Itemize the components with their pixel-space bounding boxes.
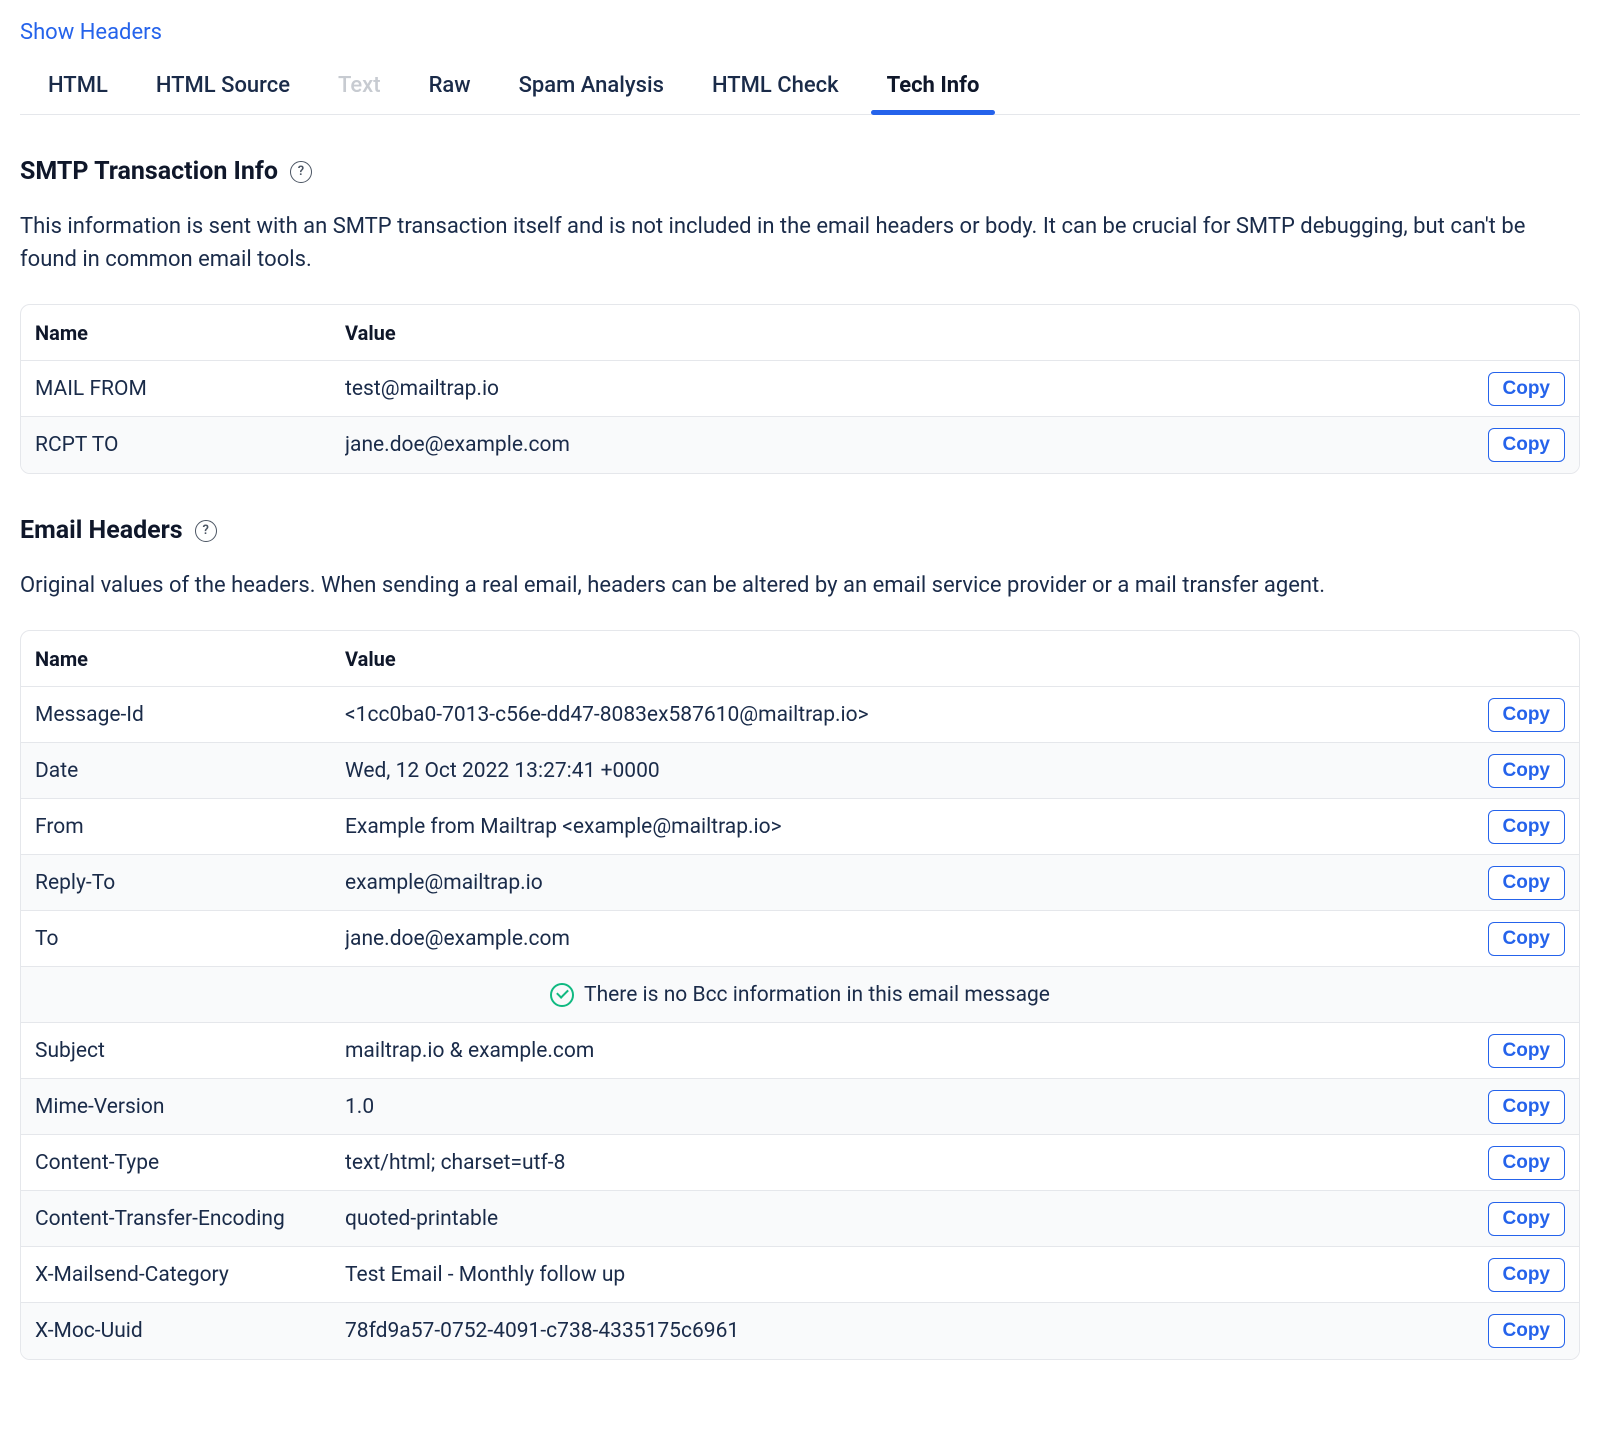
table-row: Date Wed, 12 Oct 2022 13:27:41 +0000 Cop…	[21, 743, 1579, 799]
cell-name: To	[35, 927, 345, 951]
headers-section-heading: Email Headers	[20, 516, 183, 545]
cell-value: Test Email - Monthly follow up	[345, 1263, 1488, 1287]
copy-button[interactable]: Copy	[1488, 1146, 1566, 1180]
table-row: Subject mailtrap.io & example.com Copy	[21, 1023, 1579, 1079]
copy-button[interactable]: Copy	[1488, 1034, 1566, 1068]
cell-value: 78fd9a57-0752-4091-c738-4335175c6961	[345, 1319, 1488, 1343]
tab-text: Text	[338, 57, 381, 114]
tab-raw[interactable]: Raw	[429, 57, 471, 114]
bcc-info-row: There is no Bcc information in this emai…	[21, 967, 1579, 1023]
cell-name: Date	[35, 759, 345, 783]
cell-value: 1.0	[345, 1095, 1488, 1119]
th-name: Name	[35, 647, 345, 671]
table-header-row: Name Value	[21, 305, 1579, 361]
table-row: Reply-To example@mailtrap.io Copy	[21, 855, 1579, 911]
tab-spam-analysis[interactable]: Spam Analysis	[519, 57, 664, 114]
cell-value: jane.doe@example.com	[345, 927, 1488, 951]
smtp-section-heading: SMTP Transaction Info	[20, 157, 278, 186]
copy-button[interactable]: Copy	[1488, 922, 1566, 956]
cell-value: test@mailtrap.io	[345, 377, 1488, 401]
th-name: Name	[35, 321, 345, 345]
show-headers-link[interactable]: Show Headers	[20, 20, 162, 45]
table-row: Mime-Version 1.0 Copy	[21, 1079, 1579, 1135]
copy-button[interactable]: Copy	[1488, 1258, 1566, 1292]
cell-name: Message-Id	[35, 703, 345, 727]
cell-value: jane.doe@example.com	[345, 433, 1488, 457]
copy-button[interactable]: Copy	[1488, 754, 1566, 788]
th-value: Value	[345, 647, 1565, 671]
copy-button[interactable]: Copy	[1488, 372, 1566, 406]
tabs-bar: HTML HTML Source Text Raw Spam Analysis …	[20, 57, 1580, 115]
table-row: Message-Id <1cc0ba0-7013-c56e-dd47-8083e…	[21, 687, 1579, 743]
copy-button[interactable]: Copy	[1488, 1202, 1566, 1236]
smtp-table: Name Value MAIL FROM test@mailtrap.io Co…	[20, 304, 1580, 474]
cell-name: Mime-Version	[35, 1095, 345, 1119]
table-row: Content-Type text/html; charset=utf-8 Co…	[21, 1135, 1579, 1191]
smtp-section-desc: This information is sent with an SMTP tr…	[20, 210, 1580, 276]
copy-button[interactable]: Copy	[1488, 428, 1566, 462]
copy-button[interactable]: Copy	[1488, 866, 1566, 900]
th-value: Value	[345, 321, 1565, 345]
table-row: To jane.doe@example.com Copy	[21, 911, 1579, 967]
table-row: From Example from Mailtrap <example@mail…	[21, 799, 1579, 855]
table-row: X-Moc-Uuid 78fd9a57-0752-4091-c738-43351…	[21, 1303, 1579, 1359]
smtp-section-title: SMTP Transaction Info ?	[20, 157, 1580, 186]
bcc-info-text: There is no Bcc information in this emai…	[584, 983, 1050, 1007]
cell-name: X-Mailsend-Category	[35, 1263, 345, 1287]
help-icon[interactable]: ?	[290, 161, 312, 183]
cell-value: quoted-printable	[345, 1207, 1488, 1231]
help-icon[interactable]: ?	[195, 520, 217, 542]
cell-value: Example from Mailtrap <example@mailtrap.…	[345, 815, 1488, 839]
table-row: Content-Transfer-Encoding quoted-printab…	[21, 1191, 1579, 1247]
cell-value: example@mailtrap.io	[345, 871, 1488, 895]
copy-button[interactable]: Copy	[1488, 1090, 1566, 1124]
table-row: MAIL FROM test@mailtrap.io Copy	[21, 361, 1579, 417]
cell-value: Wed, 12 Oct 2022 13:27:41 +0000	[345, 759, 1488, 783]
cell-name: Content-Type	[35, 1151, 345, 1175]
table-header-row: Name Value	[21, 631, 1579, 687]
cell-name: X-Moc-Uuid	[35, 1319, 345, 1343]
tab-html-check[interactable]: HTML Check	[712, 57, 839, 114]
check-circle-icon	[550, 983, 574, 1007]
cell-name: Reply-To	[35, 871, 345, 895]
headers-section-title: Email Headers ?	[20, 516, 1580, 545]
cell-value: text/html; charset=utf-8	[345, 1151, 1488, 1175]
cell-name: From	[35, 815, 345, 839]
headers-section-desc: Original values of the headers. When sen…	[20, 569, 1580, 602]
cell-name: RCPT TO	[35, 433, 345, 457]
tab-html-source[interactable]: HTML Source	[156, 57, 290, 114]
copy-button[interactable]: Copy	[1488, 698, 1566, 732]
cell-value: <1cc0ba0-7013-c56e-dd47-8083ex587610@mai…	[345, 703, 1488, 727]
tab-tech-info[interactable]: Tech Info	[887, 57, 980, 114]
tab-html[interactable]: HTML	[48, 57, 108, 114]
cell-value: mailtrap.io & example.com	[345, 1039, 1488, 1063]
cell-name: Subject	[35, 1039, 345, 1063]
headers-table: Name Value Message-Id <1cc0ba0-7013-c56e…	[20, 630, 1580, 1360]
cell-name: Content-Transfer-Encoding	[35, 1207, 345, 1231]
copy-button[interactable]: Copy	[1488, 810, 1566, 844]
table-row: X-Mailsend-Category Test Email - Monthly…	[21, 1247, 1579, 1303]
cell-name: MAIL FROM	[35, 377, 345, 401]
copy-button[interactable]: Copy	[1488, 1314, 1566, 1348]
table-row: RCPT TO jane.doe@example.com Copy	[21, 417, 1579, 473]
